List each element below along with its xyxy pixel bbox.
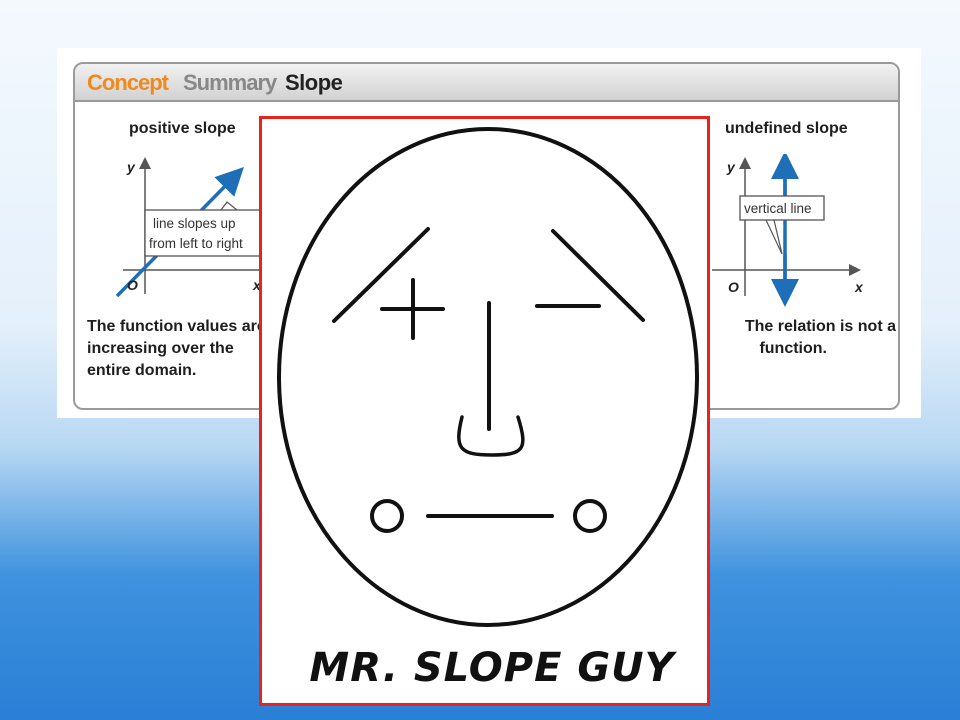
- slope-guy-face: [277, 127, 699, 627]
- description-line: function.: [759, 340, 827, 357]
- description-line: The function values are: [87, 318, 262, 335]
- undefined-slope-title: undefined slope: [725, 120, 848, 137]
- positive-slope-graph: y x O line slopes up from left to right: [115, 157, 278, 298]
- description-line: entire domain.: [87, 362, 197, 379]
- positive-slope-description: The function values are increasing over …: [87, 316, 262, 382]
- origin-label: O: [728, 279, 739, 295]
- header-concept-label: Concept: [87, 70, 169, 95]
- undefined-slope-graph: y x O vertical line: [712, 154, 864, 307]
- description-line: The relation is not a: [744, 318, 896, 335]
- header-topic-label: Slope: [285, 70, 343, 95]
- header-summary-label: Summary: [183, 70, 277, 95]
- left-dimple: [370, 499, 404, 533]
- positive-slope-title: positive slope: [129, 120, 236, 137]
- slope-guy-caption: MR. SLOPE GUY: [309, 645, 675, 691]
- concept-summary-header: Concept Summary Slope: [75, 64, 898, 102]
- callout-line-1: line slopes up: [153, 216, 236, 231]
- undefined-slope-description: The relation is not a function.: [726, 316, 896, 360]
- origin-label: O: [127, 277, 138, 293]
- right-dimple: [573, 499, 607, 533]
- callout-line-1: vertical line: [744, 201, 812, 216]
- slope-guy-card: MR. SLOPE GUY: [259, 116, 710, 706]
- x-axis-label: x: [854, 279, 864, 295]
- y-axis-label: y: [126, 159, 136, 175]
- callout-line-2: from left to right: [149, 236, 243, 251]
- y-axis-label: y: [726, 159, 736, 175]
- description-line: increasing over the: [87, 340, 234, 357]
